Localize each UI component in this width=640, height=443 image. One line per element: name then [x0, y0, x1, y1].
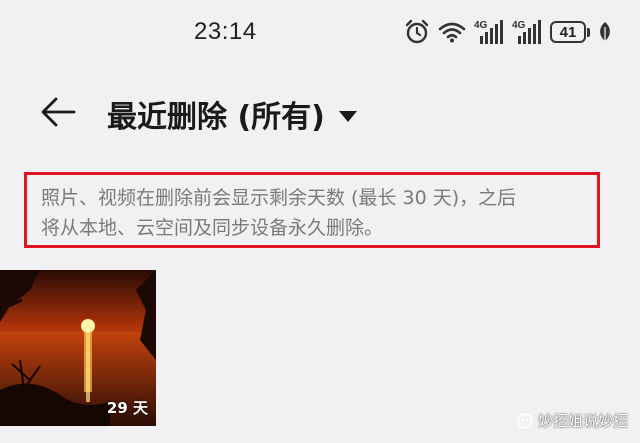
deleted-photo-thumbnail[interactable]: 29 天: [0, 270, 156, 426]
page-title: 最近删除 (所有): [107, 100, 325, 135]
notice-line-2: 将从本地、云空间及同步设备永久删除。: [41, 217, 384, 239]
signal-4g-icon: 4G: [474, 18, 504, 46]
status-time: 23:14: [194, 18, 257, 45]
signal-4g-icon-2: 4G: [512, 18, 542, 46]
arrow-left-icon: [41, 97, 76, 127]
watermark-logo-icon: [517, 412, 533, 429]
watermark: 妙招姐说妙招: [517, 410, 628, 431]
retention-notice: 照片、视频在删除前会显示剩余天数 (最长 30 天)，之后 将从本地、云空间及同…: [24, 172, 600, 248]
alarm-icon: [404, 19, 430, 45]
status-bar: 23:14 4G 4G 41: [0, 0, 640, 66]
leaf-icon: [598, 21, 612, 43]
page-title-dropdown[interactable]: 最近删除 (所有): [107, 92, 357, 136]
header: 最近删除 (所有): [0, 80, 640, 144]
watermark-text: 妙招姐说妙招: [537, 412, 628, 430]
caret-down-icon: [338, 110, 357, 122]
notice-line-1: 照片、视频在删除前会显示剩余天数 (最长 30 天)，之后: [41, 187, 517, 209]
wifi-icon: [438, 20, 466, 44]
battery-level: 41: [550, 21, 586, 43]
days-remaining: 29 天: [106, 399, 148, 417]
status-icons: 4G 4G 41: [404, 16, 612, 48]
battery-icon: 41: [550, 21, 590, 43]
back-button[interactable]: [36, 90, 80, 134]
